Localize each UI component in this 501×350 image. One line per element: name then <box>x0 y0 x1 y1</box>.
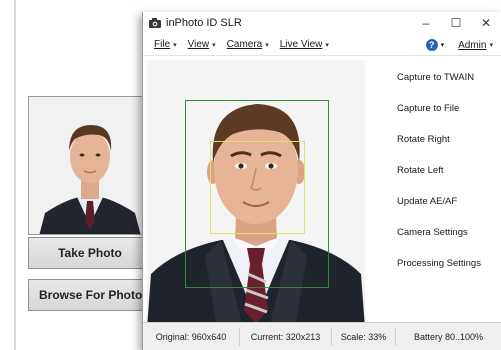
menu-camera[interactable]: Camera ▾ <box>227 39 269 50</box>
menu-view-label: View <box>187 39 210 50</box>
camera-settings-button[interactable]: Camera Settings <box>381 217 501 248</box>
chevron-down-icon[interactable]: ▾ <box>441 41 445 49</box>
browse-photo-button[interactable]: Browse For Photo <box>28 279 152 311</box>
status-battery: Battery 80..100% <box>395 327 501 346</box>
background-frame-edge <box>14 0 16 350</box>
chevron-down-icon: ▾ <box>212 41 216 49</box>
inphoto-window: inPhoto ID SLR – ☐ ✕ File ▾ View ▾ Camer… <box>142 12 501 350</box>
window-title: inPhoto ID SLR <box>166 17 242 29</box>
title-bar: inPhoto ID SLR – ☐ ✕ <box>143 12 501 34</box>
menu-bar: File ▾ View ▾ Camera ▾ Live View ▾ ? ▾ A… <box>143 34 501 56</box>
status-original: Original: 960x640 <box>155 331 227 342</box>
menu-admin-label: Admin <box>458 39 487 51</box>
rotate-left-button[interactable]: Rotate Left <box>381 155 501 186</box>
menu-live-view[interactable]: Live View ▾ <box>280 39 329 50</box>
eye-line-frame <box>210 141 305 234</box>
captured-photo-thumbnail <box>28 96 150 235</box>
camera-app-icon <box>149 18 161 28</box>
minimize-button[interactable]: – <box>411 12 441 34</box>
take-photo-button[interactable]: Take Photo <box>28 237 152 269</box>
maximize-button[interactable]: ☐ <box>441 12 471 34</box>
status-scale: Scale: 33% <box>331 327 395 346</box>
capture-to-file-button[interactable]: Capture to File <box>381 93 501 124</box>
status-bar: Original: 960x640 Current: 320x213 Scale… <box>143 322 501 350</box>
close-button[interactable]: ✕ <box>471 12 501 34</box>
processing-settings-button[interactable]: Processing Settings <box>381 248 501 279</box>
update-ae-af-button[interactable]: Update AE/AF <box>381 186 501 217</box>
capture-to-twain-button[interactable]: Capture to TWAIN <box>381 62 501 93</box>
menu-admin[interactable]: Admin ▾ <box>458 40 493 51</box>
chevron-down-icon: ▾ <box>489 42 493 49</box>
chevron-down-icon: ▾ <box>173 41 177 49</box>
action-panel: Capture to TWAIN Capture to File Rotate … <box>381 62 501 279</box>
chevron-down-icon: ▾ <box>325 41 329 49</box>
menu-live-view-label: Live View <box>279 39 323 50</box>
menu-view[interactable]: View ▾ <box>188 39 216 50</box>
help-icon[interactable]: ? <box>425 39 438 51</box>
menu-file-label: File <box>154 39 171 50</box>
menu-file[interactable]: File ▾ <box>154 39 177 50</box>
menu-camera-label: Camera <box>226 39 263 50</box>
status-current: Current: 320x213 <box>239 327 331 346</box>
chevron-down-icon: ▾ <box>265 41 269 49</box>
rotate-right-button[interactable]: Rotate Right <box>381 124 501 155</box>
live-view-preview[interactable] <box>147 60 365 328</box>
